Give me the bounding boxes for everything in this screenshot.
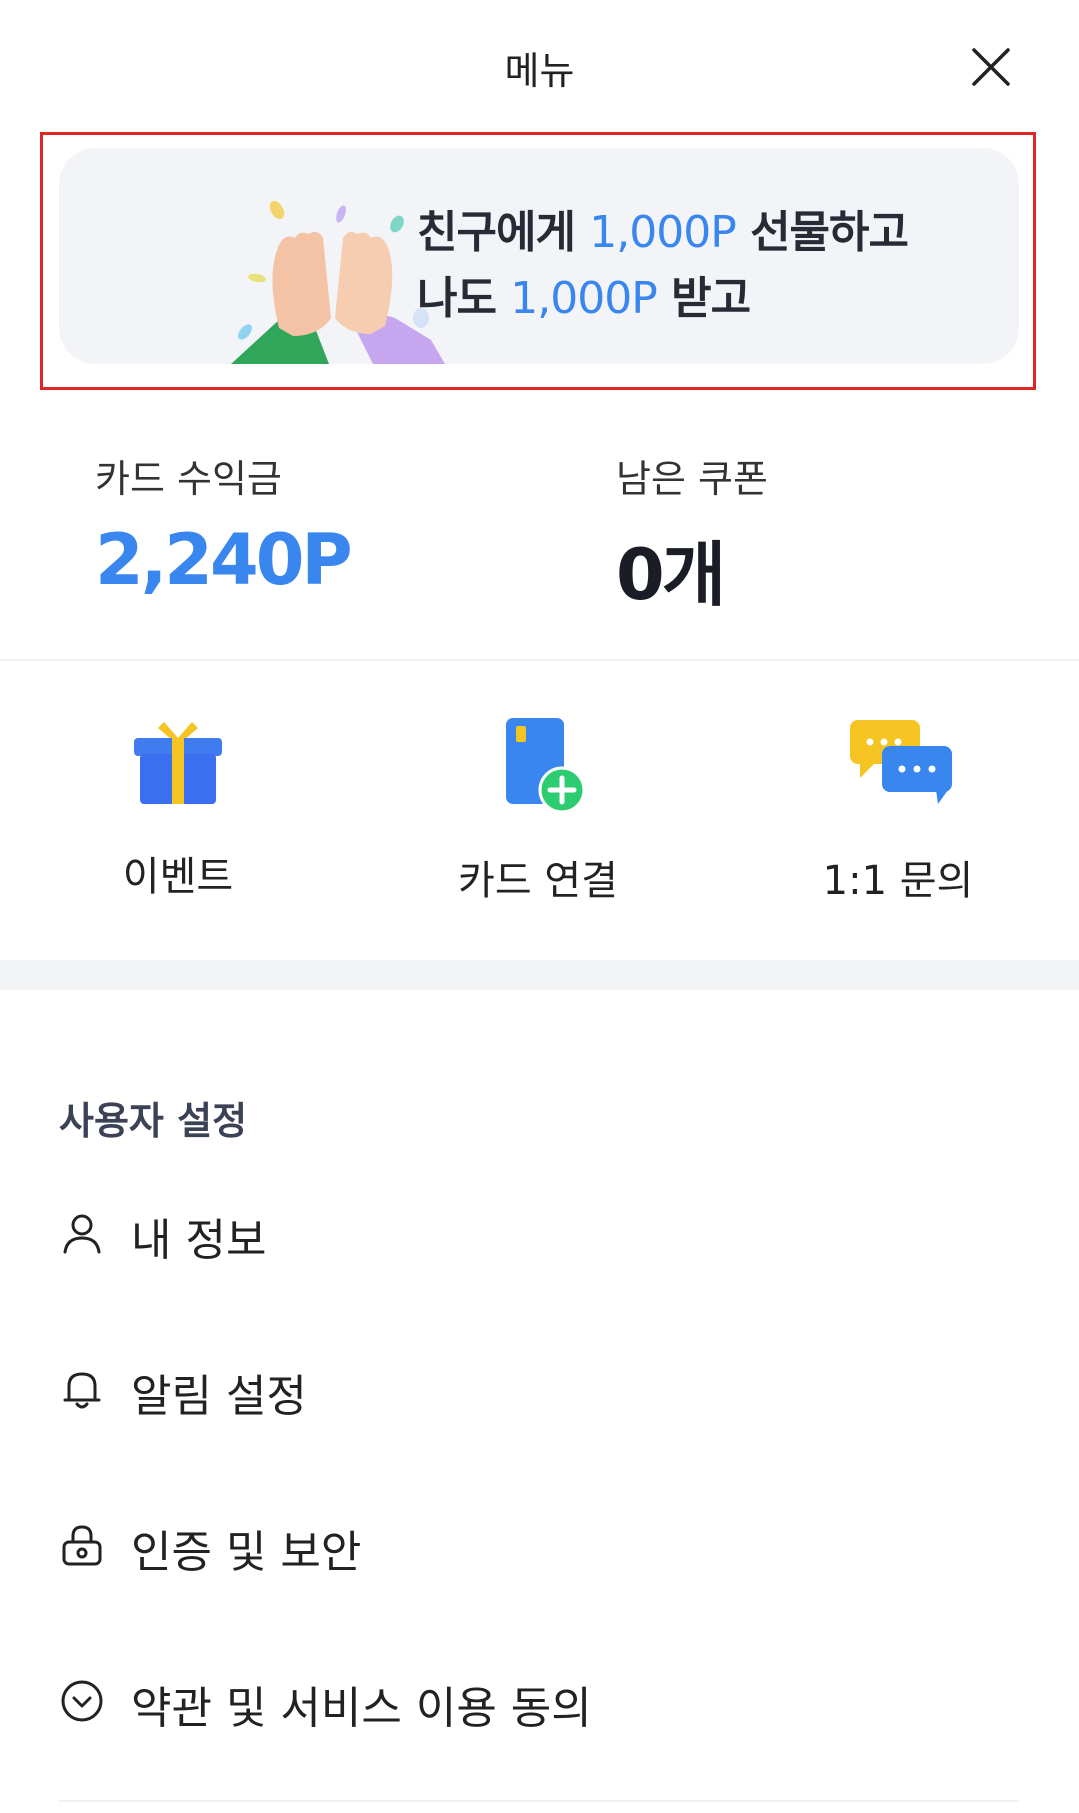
card-earnings-value: 2,240P — [95, 519, 353, 601]
banner-points: 1,000P — [510, 273, 657, 324]
settings-item-security[interactable]: 인증 및 보안 — [59, 1502, 1019, 1582]
invite-banner[interactable]: 친구에게 1,000P 선물하고 나도 1,000P 받고 — [59, 148, 1019, 364]
settings-item-label: 알림 설정 — [131, 1371, 307, 1422]
settings-item-notifications[interactable]: 알림 설정 — [59, 1346, 1019, 1426]
settings-item-label: 내 정보 — [131, 1215, 267, 1266]
settings-item-terms[interactable]: 약관 및 서비스 이용 동의 — [59, 1658, 1019, 1738]
close-icon — [972, 48, 1010, 86]
settings-item-label: 약관 및 서비스 이용 동의 — [131, 1683, 592, 1734]
page-title: 메뉴 — [504, 49, 575, 93]
section-title: 사용자 설정 — [59, 1099, 248, 1143]
settings-item-my-info[interactable]: 내 정보 — [59, 1190, 1019, 1270]
high-five-illustration — [231, 200, 445, 364]
bell-icon — [63, 1372, 101, 1409]
chevron-circle-icon — [61, 1680, 103, 1722]
inquiry-label: 1:1 문의 — [822, 858, 974, 904]
section-divider — [0, 960, 1079, 990]
card-earnings-label: 카드 수익금 — [95, 457, 282, 501]
banner-points: 1,000P — [589, 207, 736, 258]
event-button[interactable]: 이벤트 — [28, 712, 328, 900]
person-icon — [63, 1214, 101, 1254]
remaining-coupons[interactable]: 남은 쿠폰 0개 — [616, 448, 768, 620]
card-add-icon — [506, 718, 586, 812]
close-button[interactable] — [966, 42, 1016, 92]
event-label: 이벤트 — [122, 854, 234, 900]
inquiry-button[interactable]: 1:1 문의 — [748, 712, 1048, 904]
remaining-coupons-label: 남은 쿠폰 — [616, 457, 768, 501]
gift-icon — [134, 722, 222, 804]
chat-bubbles-icon — [850, 720, 952, 804]
banner-line-2: 나도 1,000P 받고 — [417, 273, 751, 324]
card-earnings[interactable]: 카드 수익금 2,240P — [95, 448, 353, 601]
card-connect-button[interactable]: 카드 연결 — [388, 712, 688, 904]
divider — [0, 659, 1079, 661]
header: 메뉴 — [0, 0, 1079, 130]
remaining-coupons-value: 0개 — [616, 534, 726, 616]
lock-icon — [62, 1525, 102, 1566]
banner-line-1: 친구에게 1,000P 선물하고 — [417, 207, 909, 258]
divider — [59, 1800, 1019, 1802]
settings-item-label: 인증 및 보안 — [131, 1527, 362, 1578]
card-connect-label: 카드 연결 — [458, 858, 618, 904]
